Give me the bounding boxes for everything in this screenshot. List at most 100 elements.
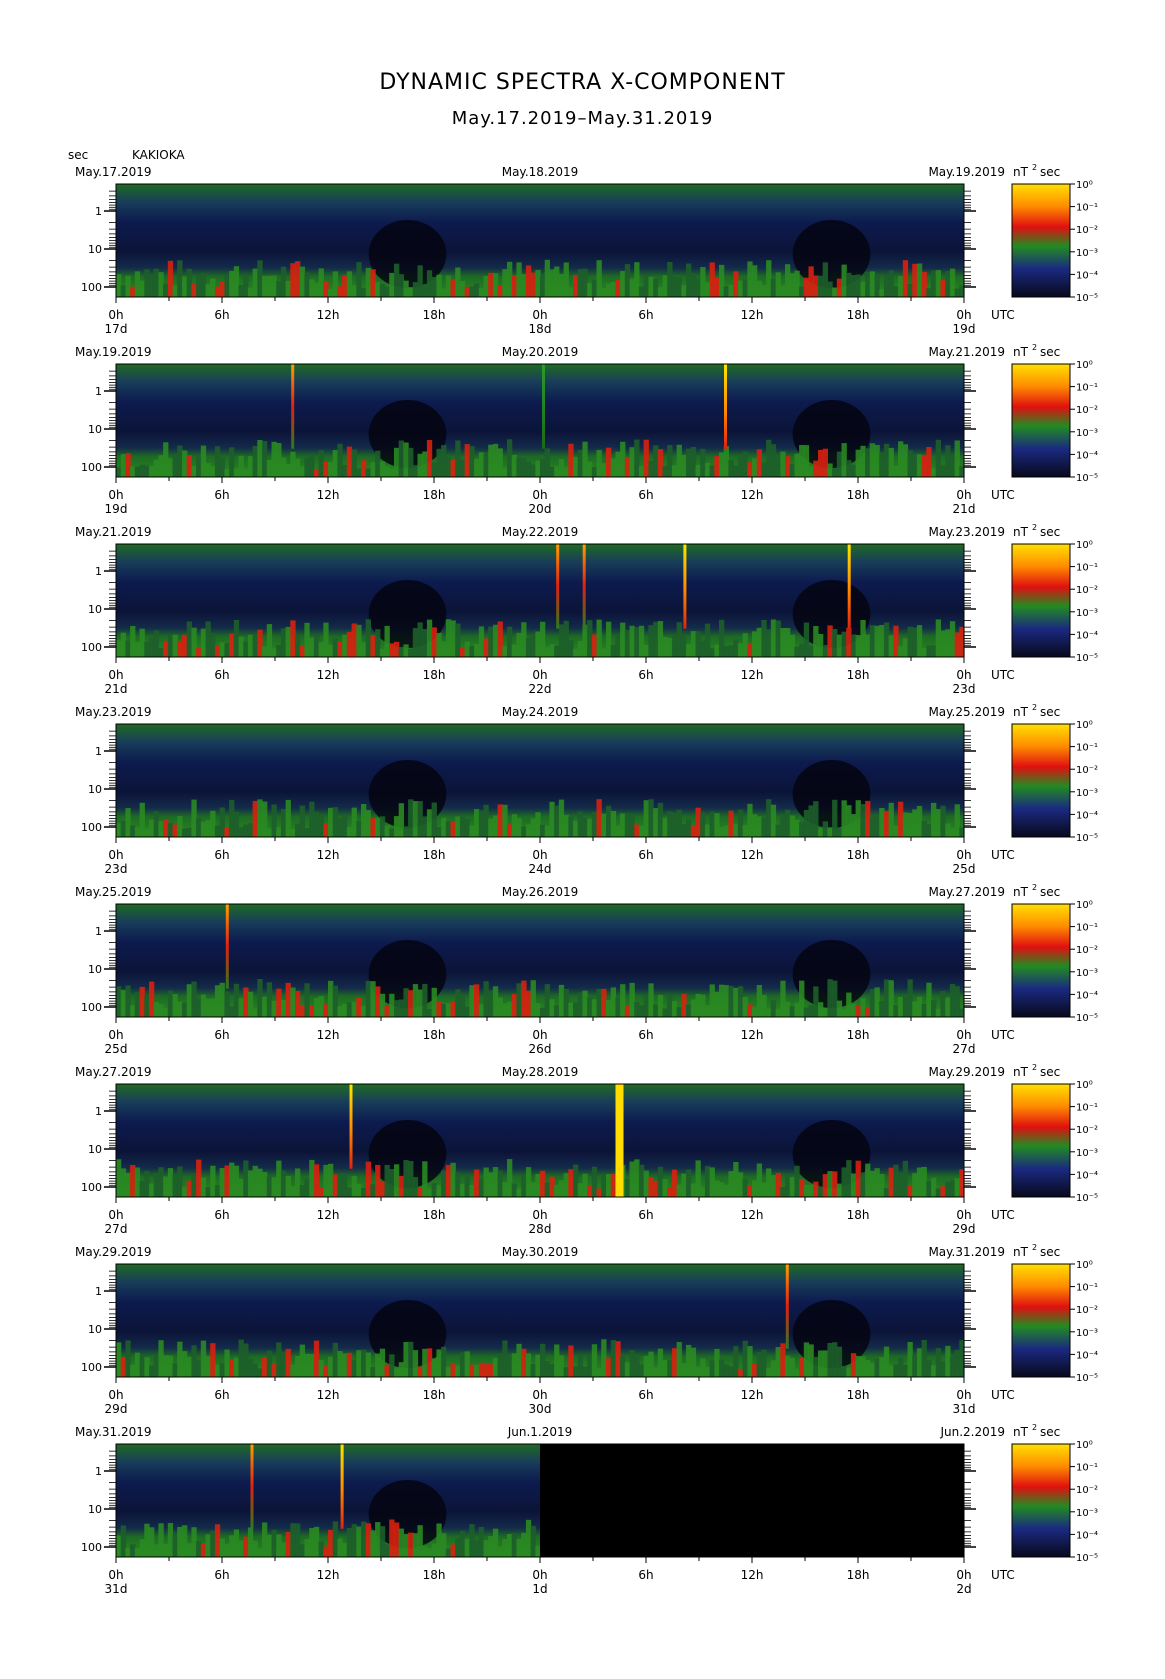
colorbar-label: 10⁻¹ [1076,563,1098,574]
x-tick-label: 0h [956,848,971,862]
noise-burst [554,1344,560,1377]
x-tick-label: 12h [741,1388,764,1402]
noise-burst [276,988,282,1017]
noise-burst [945,629,951,657]
noise-burst [502,804,508,837]
noise-burst [252,633,258,657]
noise-burst [794,646,800,657]
colorbar [1011,1443,1071,1558]
noise-burst [210,998,216,1017]
noise-burst [205,1355,211,1377]
noise-burst [719,1359,725,1377]
event-spike [683,544,687,629]
x-tick-label: 0h [532,1028,547,1042]
noise-burst [657,994,664,1017]
noise-burst [690,1347,697,1377]
noise-burst [874,274,880,297]
noise-burst [756,1352,762,1377]
noise-burst [931,645,937,657]
noise-burst [125,985,131,1017]
noise-burst [191,1345,197,1377]
power-unit-exp: 2 [1032,1243,1037,1252]
noise-burst [935,1188,941,1197]
noise-burst [163,1543,169,1557]
noise-burst [516,632,522,657]
noise-burst [544,448,550,477]
noise-burst [120,454,126,477]
noise-burst [926,824,932,837]
colorbar-label: 10⁻⁵ [1076,1193,1098,1204]
noise-burst [879,625,885,657]
noise-burst [587,997,593,1017]
noise-burst [752,1363,758,1377]
noise-burst [116,274,122,297]
noise-burst [379,461,386,477]
panel-date-left: May.23.2019 [75,705,152,719]
noise-burst [902,638,909,657]
noise-burst [186,621,192,657]
noise-burst [667,445,673,477]
noise-burst [540,1343,546,1377]
noise-burst [563,262,569,297]
noise-burst [921,1003,927,1017]
noise-burst [375,1353,381,1377]
noise-burst [511,1353,517,1377]
noise-burst [149,1183,155,1197]
noise-burst [412,1350,419,1377]
noise-burst [568,1345,574,1377]
day-label: 1d [532,1582,547,1596]
colorbar-label: 10⁻³ [1076,608,1098,619]
x-tick-label: 18h [423,668,446,682]
noise-burst [478,1004,485,1017]
noise-burst [869,1362,876,1377]
noise-burst [794,270,800,297]
noise-burst [247,456,254,477]
noise-burst [276,1342,282,1377]
power-unit-sec: sec [1040,885,1060,899]
noise-burst [596,1188,602,1197]
noise-burst [822,1350,828,1377]
colorbar-label: 10⁻⁵ [1076,293,1098,304]
noise-burst [224,1165,230,1197]
noise-burst [247,823,254,837]
noise-burst [417,1188,423,1197]
noise-burst [450,1544,456,1557]
noise-burst [747,803,753,837]
noise-burst [638,466,645,477]
noise-burst [426,809,433,837]
noise-burst [459,648,466,657]
noise-burst [417,1525,423,1557]
noise-burst [916,1167,923,1197]
noise-burst [412,1533,419,1557]
noise-burst [836,278,843,297]
noise-burst [949,454,956,477]
noise-burst [521,622,527,657]
noise-burst [634,1356,640,1377]
colorbar [1011,903,1071,1018]
x-tick-label: 12h [317,848,340,862]
noise-burst [120,285,126,297]
noise-burst [403,1342,409,1377]
noise-burst [869,1170,876,1197]
noise-burst [492,1528,499,1557]
x-tick-label: 6h [214,1208,229,1222]
day-label: 21d [953,502,976,516]
noise-burst [794,1002,800,1017]
noise-burst [431,1543,437,1557]
noise-burst [502,1539,508,1557]
noise-burst [219,1363,225,1377]
noise-burst [483,981,489,1017]
noise-burst [902,996,909,1017]
noise-burst [163,819,169,837]
noise-burst [431,802,437,837]
noise-burst [690,1183,697,1197]
noise-burst [280,457,287,477]
noise-burst [153,811,159,837]
noise-burst [219,1538,225,1557]
noise-burst [130,626,136,657]
noise-burst [361,804,367,837]
day-label: 19d [953,322,976,336]
noise-burst [365,1352,371,1377]
noise-burst [469,446,475,477]
noise-burst [229,799,235,837]
